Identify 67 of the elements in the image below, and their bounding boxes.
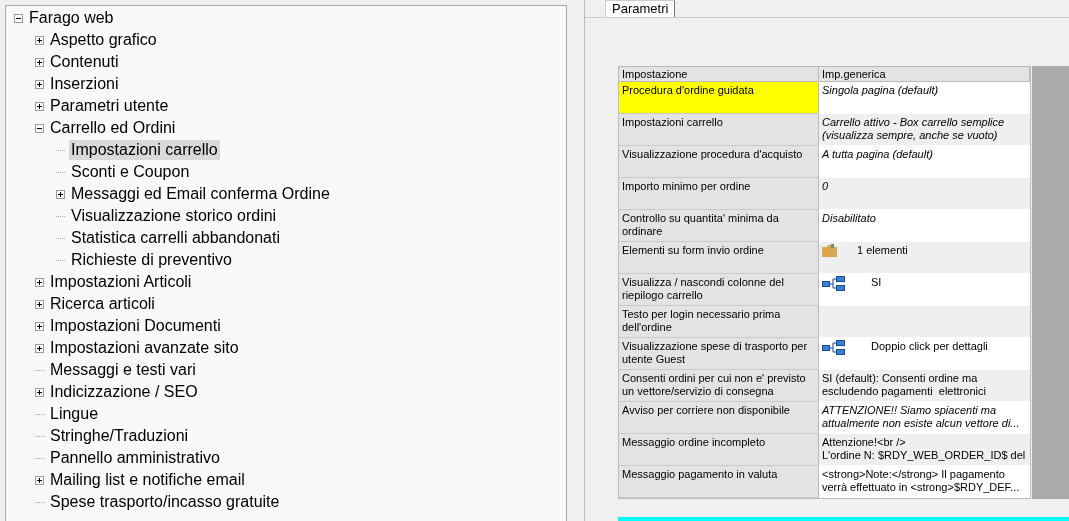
tree-item[interactable]: Impostazioni Articoli (48, 272, 194, 292)
expand-icon[interactable] (35, 321, 44, 331)
tree-item[interactable]: Impostazioni avanzate sito (48, 338, 241, 358)
setting-value: 1 elementi (857, 244, 908, 257)
tree-item[interactable]: Stringhe/Traduzioni (48, 426, 191, 446)
expand-icon[interactable] (35, 343, 44, 353)
setting-name[interactable]: Visualizzazione spese di trasporto per utente Guest (619, 338, 819, 370)
setting-value: SI (default): Consenti ordine ma escludendo pagamenti elettronici (822, 372, 987, 398)
tree-item[interactable]: Contenuti (48, 52, 121, 72)
hierarchy-icon (822, 340, 845, 355)
column-header: Impostazione (619, 67, 819, 82)
setting-value: <strong>Note:</strong> Il pagamento verrà effettuato in <strong>$RDY_DEF... (822, 468, 1021, 494)
tree-item[interactable]: Messaggi e testi vari (48, 360, 198, 380)
setting-value: SI (871, 276, 882, 289)
tree-item[interactable]: Impostazioni Documenti (48, 316, 223, 336)
expand-icon[interactable] (35, 35, 44, 45)
expand-icon[interactable] (35, 101, 44, 111)
setting-name[interactable]: Impostazioni carrello (619, 114, 819, 146)
setting-value: 0 (822, 180, 829, 193)
setting-value: ATTENZIONE!! Siamo spiacenti ma attualmente non esiste alcun vettore di... (822, 404, 1021, 430)
setting-name[interactable]: Messaggio pagamento in valuta (619, 466, 819, 498)
setting-value: Carrello attivo - Box carrello semplice (visualizza sempre, anche se vuoto) (822, 116, 1006, 142)
setting-value: A tutta pagina (default) (822, 148, 933, 161)
setting-name[interactable]: Controllo su quantita' minima da ordinare (619, 210, 819, 242)
tab[interactable]: Parametri (605, 0, 676, 17)
setting-value: Attenzione!<br /> L'ordine N: $RDY_WEB_ORDER_ID$ del (822, 436, 1026, 462)
tree-item[interactable]: Impostazioni carrello (69, 140, 220, 160)
tree-item[interactable]: Lingue (48, 404, 101, 424)
expand-icon[interactable] (35, 299, 44, 309)
setting-name[interactable]: Messaggio ordine incompleto (619, 434, 819, 466)
hierarchy-icon (822, 276, 845, 291)
tree-item[interactable]: Ricerca articoli (48, 294, 157, 314)
tree-item[interactable]: Statistica carrelli abbandonati (69, 228, 282, 248)
setting-name[interactable]: Procedura d'ordine guidata (619, 82, 819, 114)
tree-item[interactable]: Messaggi ed Email conferma Ordine (69, 184, 332, 204)
setting-value: Singola pagina (default) (822, 84, 939, 97)
tree-item[interactable]: Parametri utente (48, 96, 171, 116)
setting-name[interactable]: Consenti ordini per cui non e' previsto un vettore/servizio di consegna (619, 370, 819, 402)
setting-name[interactable]: Avviso per corriere non disponibile (619, 402, 819, 434)
tree-item[interactable]: Mailing list e notifiche email (48, 470, 247, 490)
expand-icon[interactable] (35, 79, 44, 89)
setting-name[interactable]: Visualizzazione procedura d'acquisto (619, 146, 819, 178)
tree-item[interactable]: Farago web (27, 8, 116, 28)
collapse-icon[interactable] (14, 13, 23, 23)
tree-item[interactable]: Inserzioni (48, 74, 121, 94)
column-header: Imp.generica (819, 67, 1030, 82)
expand-icon[interactable] (35, 475, 44, 485)
expand-icon[interactable] (56, 189, 65, 199)
setting-value: Disabilitato (822, 212, 876, 225)
tree-item[interactable]: Spese trasporto/incasso gratuite (48, 492, 282, 512)
expand-icon[interactable] (35, 387, 44, 397)
tree-item[interactable]: Carrello ed Ordini (48, 118, 178, 138)
tree-item[interactable]: Richieste di preventivo (69, 250, 234, 270)
folder-icon (822, 244, 837, 257)
collapse-icon[interactable] (35, 123, 44, 133)
tree-item[interactable]: Visualizzazione storico ordini (69, 206, 279, 226)
setting-name[interactable]: Testo per login necessario prima dell'ordine (619, 306, 819, 338)
tree-item[interactable]: Indicizzazione / SEO (48, 382, 200, 402)
setting-value: Doppio click per dettagli (871, 340, 988, 353)
setting-name[interactable]: Elementi su form invio ordine (619, 242, 819, 274)
tree-item[interactable]: Aspetto grafico (48, 30, 159, 50)
tree-item[interactable]: Pannello amministrativo (48, 448, 222, 468)
expand-icon[interactable] (35, 57, 44, 67)
setting-name[interactable]: Importo minimo per ordine (619, 178, 819, 210)
tree-item[interactable]: Sconti e Coupon (69, 162, 192, 182)
expand-icon[interactable] (35, 277, 44, 287)
setting-name[interactable]: Visualizza / nascondi colonne del riepilogo carrello (619, 274, 819, 306)
